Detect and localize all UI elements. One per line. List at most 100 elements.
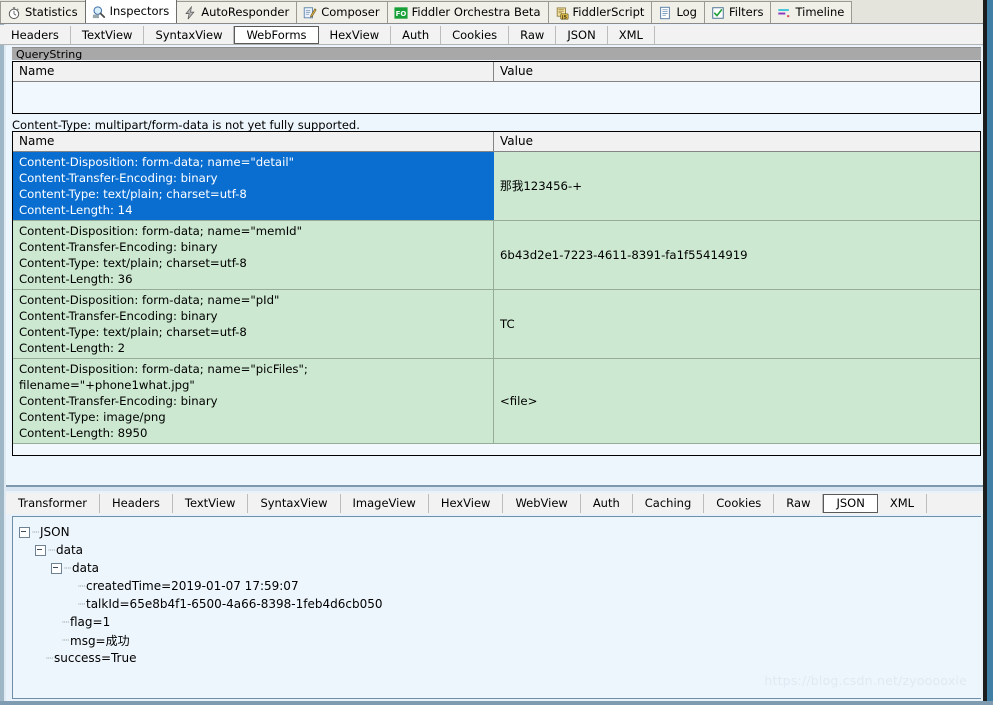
tree-collapse-icon[interactable] (35, 544, 46, 556)
response-tab-auth[interactable]: Auth (581, 494, 633, 513)
request-tab-hexview[interactable]: HexView (319, 25, 392, 44)
main-tab-label: Timeline (795, 4, 845, 19)
response-tab-raw[interactable]: Raw (774, 494, 824, 513)
form-data-name-line: Content-Disposition: form-data; name="pI… (19, 293, 280, 307)
form-data-value-text: 那我123456-+ (500, 179, 583, 193)
form-data-empty-space (13, 444, 980, 455)
form-data-name-cell: Content-Disposition: form-data; name="de… (13, 152, 494, 220)
tree-connector: ┈ (48, 543, 56, 557)
response-tab-webview[interactable]: WebView (503, 494, 581, 513)
form-data-name-line: Content-Type: text/plain; charset=utf-8 (19, 256, 247, 270)
json-tree-node[interactable]: ┈ data (19, 541, 981, 559)
request-tab-raw[interactable]: Raw (509, 25, 557, 44)
form-data-value-text: 6b43d2e1-7223-4611-8391-fa1f55414919 (500, 248, 748, 262)
json-tree-node[interactable]: ┈ data (19, 559, 981, 577)
magnifier-icon (92, 5, 105, 18)
form-data-value-cell: TC (494, 290, 980, 358)
fo-badge-icon: FO (394, 6, 408, 19)
main-tab-inspectors[interactable]: Inspectors (84, 0, 178, 23)
tree-collapse-icon[interactable] (19, 526, 30, 538)
table-row[interactable]: Content-Disposition: form-data; name="de… (13, 152, 980, 221)
response-tab-transformer[interactable]: Transformer (6, 494, 101, 513)
stopwatch-icon (8, 6, 20, 19)
json-tree-node[interactable]: ┈ flag=1 (19, 613, 981, 631)
main-tab-label: Log (676, 4, 697, 19)
timeline-icon (778, 8, 790, 17)
json-tree-label: data (56, 543, 84, 557)
splitter-line (6, 485, 987, 487)
querystring-group-header: QueryString (12, 47, 981, 61)
response-inspector-tab-bar: Transformer Headers TextView SyntaxView Imag… (6, 493, 987, 514)
form-data-name-line: Content-Transfer-Encoding: binary (19, 240, 218, 254)
response-json-pane[interactable]: ┈ JSON ┈ data ┈ data ┈ createdTime=2019-01-07 1… (12, 516, 981, 699)
form-data-table[interactable]: Name Value Content-Disposition: form-dat… (12, 131, 981, 456)
checkbox-filter-icon (712, 6, 724, 19)
form-data-col-value[interactable]: Value (494, 132, 980, 151)
table-row[interactable]: Content-Disposition: form-data; name="pi… (13, 359, 980, 444)
request-tab-headers[interactable]: Headers (0, 25, 71, 44)
table-row[interactable]: Content-Disposition: form-data; name="pI… (13, 290, 980, 359)
response-tab-hexview[interactable]: HexView (429, 494, 504, 513)
json-tree-label: talkId=65e8b4f1-6500-4a66-8398-1feb4d6cb… (86, 597, 383, 611)
response-tab-xml[interactable]: XML (878, 494, 928, 513)
main-tab-fiddlerscript[interactable]: JS FiddlerScript (547, 1, 653, 23)
form-data-name-cell: Content-Disposition: form-data; name="me… (13, 221, 494, 289)
request-tab-cookies[interactable]: Cookies (441, 25, 510, 44)
form-data-name-line: Content-Type: text/plain; charset=utf-8 (19, 325, 247, 339)
json-tree-node[interactable]: ┈ success=True (19, 649, 981, 667)
main-tab-fiddler-orchestra-beta[interactable]: FO Fiddler Orchestra Beta (386, 1, 549, 23)
request-tab-json[interactable]: JSON (556, 25, 608, 44)
response-tab-json[interactable]: JSON (823, 494, 878, 513)
json-tree-label: createdTime=2019-01-07 17:59:07 (86, 579, 299, 593)
main-tab-autoresponder[interactable]: AutoResponder (176, 1, 298, 23)
json-tree-node[interactable]: ┈ JSON (19, 523, 981, 541)
form-data-col-name[interactable]: Name (13, 132, 494, 151)
form-data-name-line: filename="+phone1what.jpg" (19, 378, 195, 392)
request-tab-syntaxview[interactable]: SyntaxView (144, 25, 235, 44)
main-tab-filters[interactable]: Filters (703, 1, 772, 23)
querystring-col-value[interactable]: Value (494, 62, 980, 81)
pane-splitter[interactable] (6, 485, 987, 491)
response-tab-textview[interactable]: TextView (173, 494, 249, 513)
querystring-table[interactable]: Name Value (12, 61, 981, 114)
json-tree-label: msg=成功 (70, 633, 130, 648)
request-inspector-tab-bar: Headers TextView SyntaxView WebForms HexView… (0, 25, 993, 45)
form-data-header-row: Name Value (13, 132, 980, 152)
response-tab-caching[interactable]: Caching (633, 494, 705, 513)
tree-connector: ┈ (62, 615, 70, 629)
response-tab-cookies[interactable]: Cookies (704, 494, 775, 513)
form-data-name-line: Content-Disposition: form-data; name="me… (19, 224, 302, 238)
svg-text:JS: JS (560, 14, 567, 20)
json-tree-node[interactable]: ┈ msg=成功 (19, 631, 981, 649)
tree-collapse-icon[interactable] (51, 562, 62, 574)
main-tab-timeline[interactable]: Timeline (770, 1, 853, 23)
response-tab-imageview[interactable]: ImageView (341, 494, 429, 513)
request-tab-xml[interactable]: XML (608, 25, 655, 44)
request-tab-auth[interactable]: Auth (391, 25, 442, 44)
form-data-value-text: TC (500, 317, 515, 331)
watermark-text: https://blog.csdn.net/zyooooxie (764, 673, 967, 688)
querystring-col-name[interactable]: Name (13, 62, 494, 81)
tree-connector: ┈ (62, 633, 70, 647)
table-row[interactable]: Content-Disposition: form-data; name="me… (13, 221, 980, 290)
json-tree-node[interactable]: ┈ createdTime=2019-01-07 17:59:07 (19, 577, 981, 595)
tree-connector: ┈ (46, 651, 54, 665)
tree-connector: ┈ (78, 597, 86, 611)
json-tree-label: success=True (54, 651, 137, 665)
json-tree: ┈ JSON ┈ data ┈ data ┈ createdTime=2019-01-07 1… (13, 517, 981, 667)
main-tab-log[interactable]: Log (651, 1, 705, 23)
response-tab-syntaxview[interactable]: SyntaxView (248, 494, 341, 513)
js-scroll-icon: JS (556, 6, 569, 20)
form-data-value-cell: 6b43d2e1-7223-4611-8391-fa1f55414919 (494, 221, 980, 289)
form-data-value-cell: <file> (494, 359, 980, 443)
form-data-name-line: Content-Type: text/plain; charset=utf-8 (19, 187, 247, 201)
form-data-name-line: Content-Length: 36 (19, 272, 133, 286)
window-right-edge[interactable] (987, 0, 993, 705)
request-tab-textview[interactable]: TextView (71, 25, 145, 44)
main-tab-label: Composer (321, 4, 380, 19)
request-tab-webforms[interactable]: WebForms (234, 25, 319, 44)
json-tree-node[interactable]: ┈ talkId=65e8b4f1-6500-4a66-8398-1feb4d6c… (19, 595, 981, 613)
main-tab-composer[interactable]: Composer (296, 1, 388, 23)
main-tab-statistics[interactable]: Statistics (0, 1, 86, 23)
response-tab-headers[interactable]: Headers (100, 494, 173, 513)
